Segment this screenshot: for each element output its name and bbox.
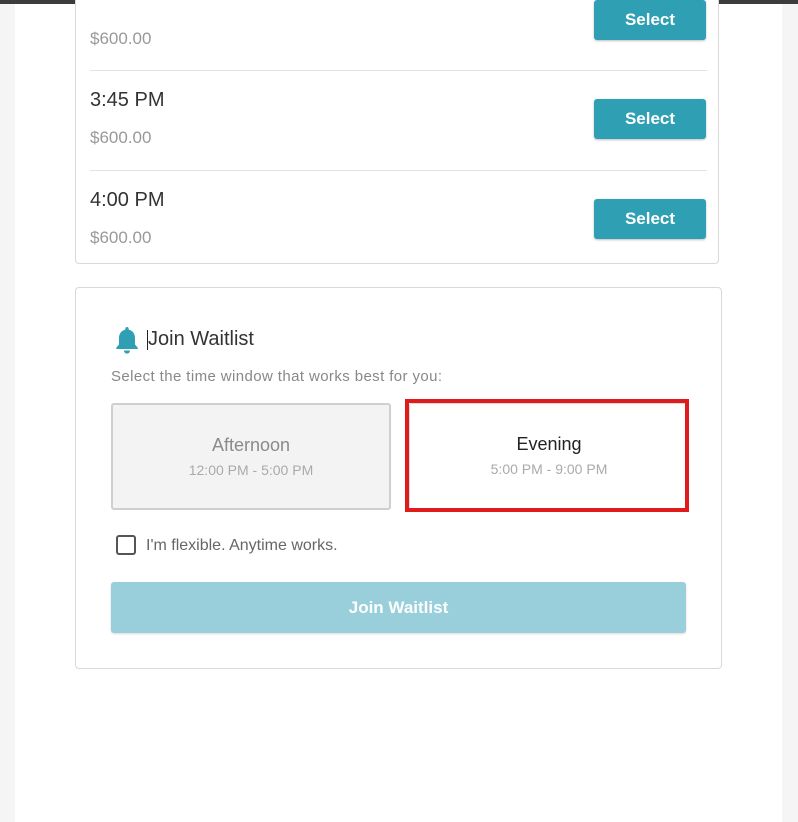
window-label: Evening <box>516 434 582 454</box>
afternoon-window-option[interactable]: Afternoon 12:00 PM - 5:00 PM <box>111 403 391 510</box>
slot-time: 4:00 PM <box>90 189 165 211</box>
waitlist-card: Join Waitlist Select the time window tha… <box>75 287 722 669</box>
bell-icon <box>116 327 138 354</box>
page-content: $600.00 Select 3:45 PM $600.00 Select 4:… <box>15 0 782 822</box>
time-slot-row: 3:45 PM $600.00 Select <box>90 70 707 170</box>
window-label: Afternoon <box>211 435 291 455</box>
join-waitlist-button[interactable]: Join Waitlist <box>111 582 686 633</box>
time-slot-row: 4:00 PM $600.00 Select <box>90 170 707 270</box>
waitlist-title: Join Waitlist <box>148 328 254 350</box>
waitlist-subtitle: Select the time window that works best f… <box>111 368 443 385</box>
flexible-label: I'm flexible. Anytime works. <box>146 537 338 554</box>
evening-window-option[interactable]: Evening 5:00 PM - 9:00 PM <box>409 403 689 510</box>
slot-time: 3:45 PM <box>90 89 165 111</box>
slot-price: $600.00 <box>90 128 152 147</box>
slot-price: $600.00 <box>90 228 152 247</box>
window-range: 12:00 PM - 5:00 PM <box>188 462 314 478</box>
select-slot-button[interactable]: Select <box>594 199 706 239</box>
time-slots-list: $600.00 Select 3:45 PM $600.00 Select 4:… <box>75 0 719 264</box>
slot-price: $600.00 <box>90 29 152 48</box>
select-slot-button[interactable]: Select <box>594 0 706 40</box>
time-slot-row: $600.00 Select <box>90 0 707 71</box>
flexible-checkbox[interactable] <box>116 535 136 555</box>
select-slot-button[interactable]: Select <box>594 99 706 139</box>
window-range: 5:00 PM - 9:00 PM <box>490 461 608 477</box>
